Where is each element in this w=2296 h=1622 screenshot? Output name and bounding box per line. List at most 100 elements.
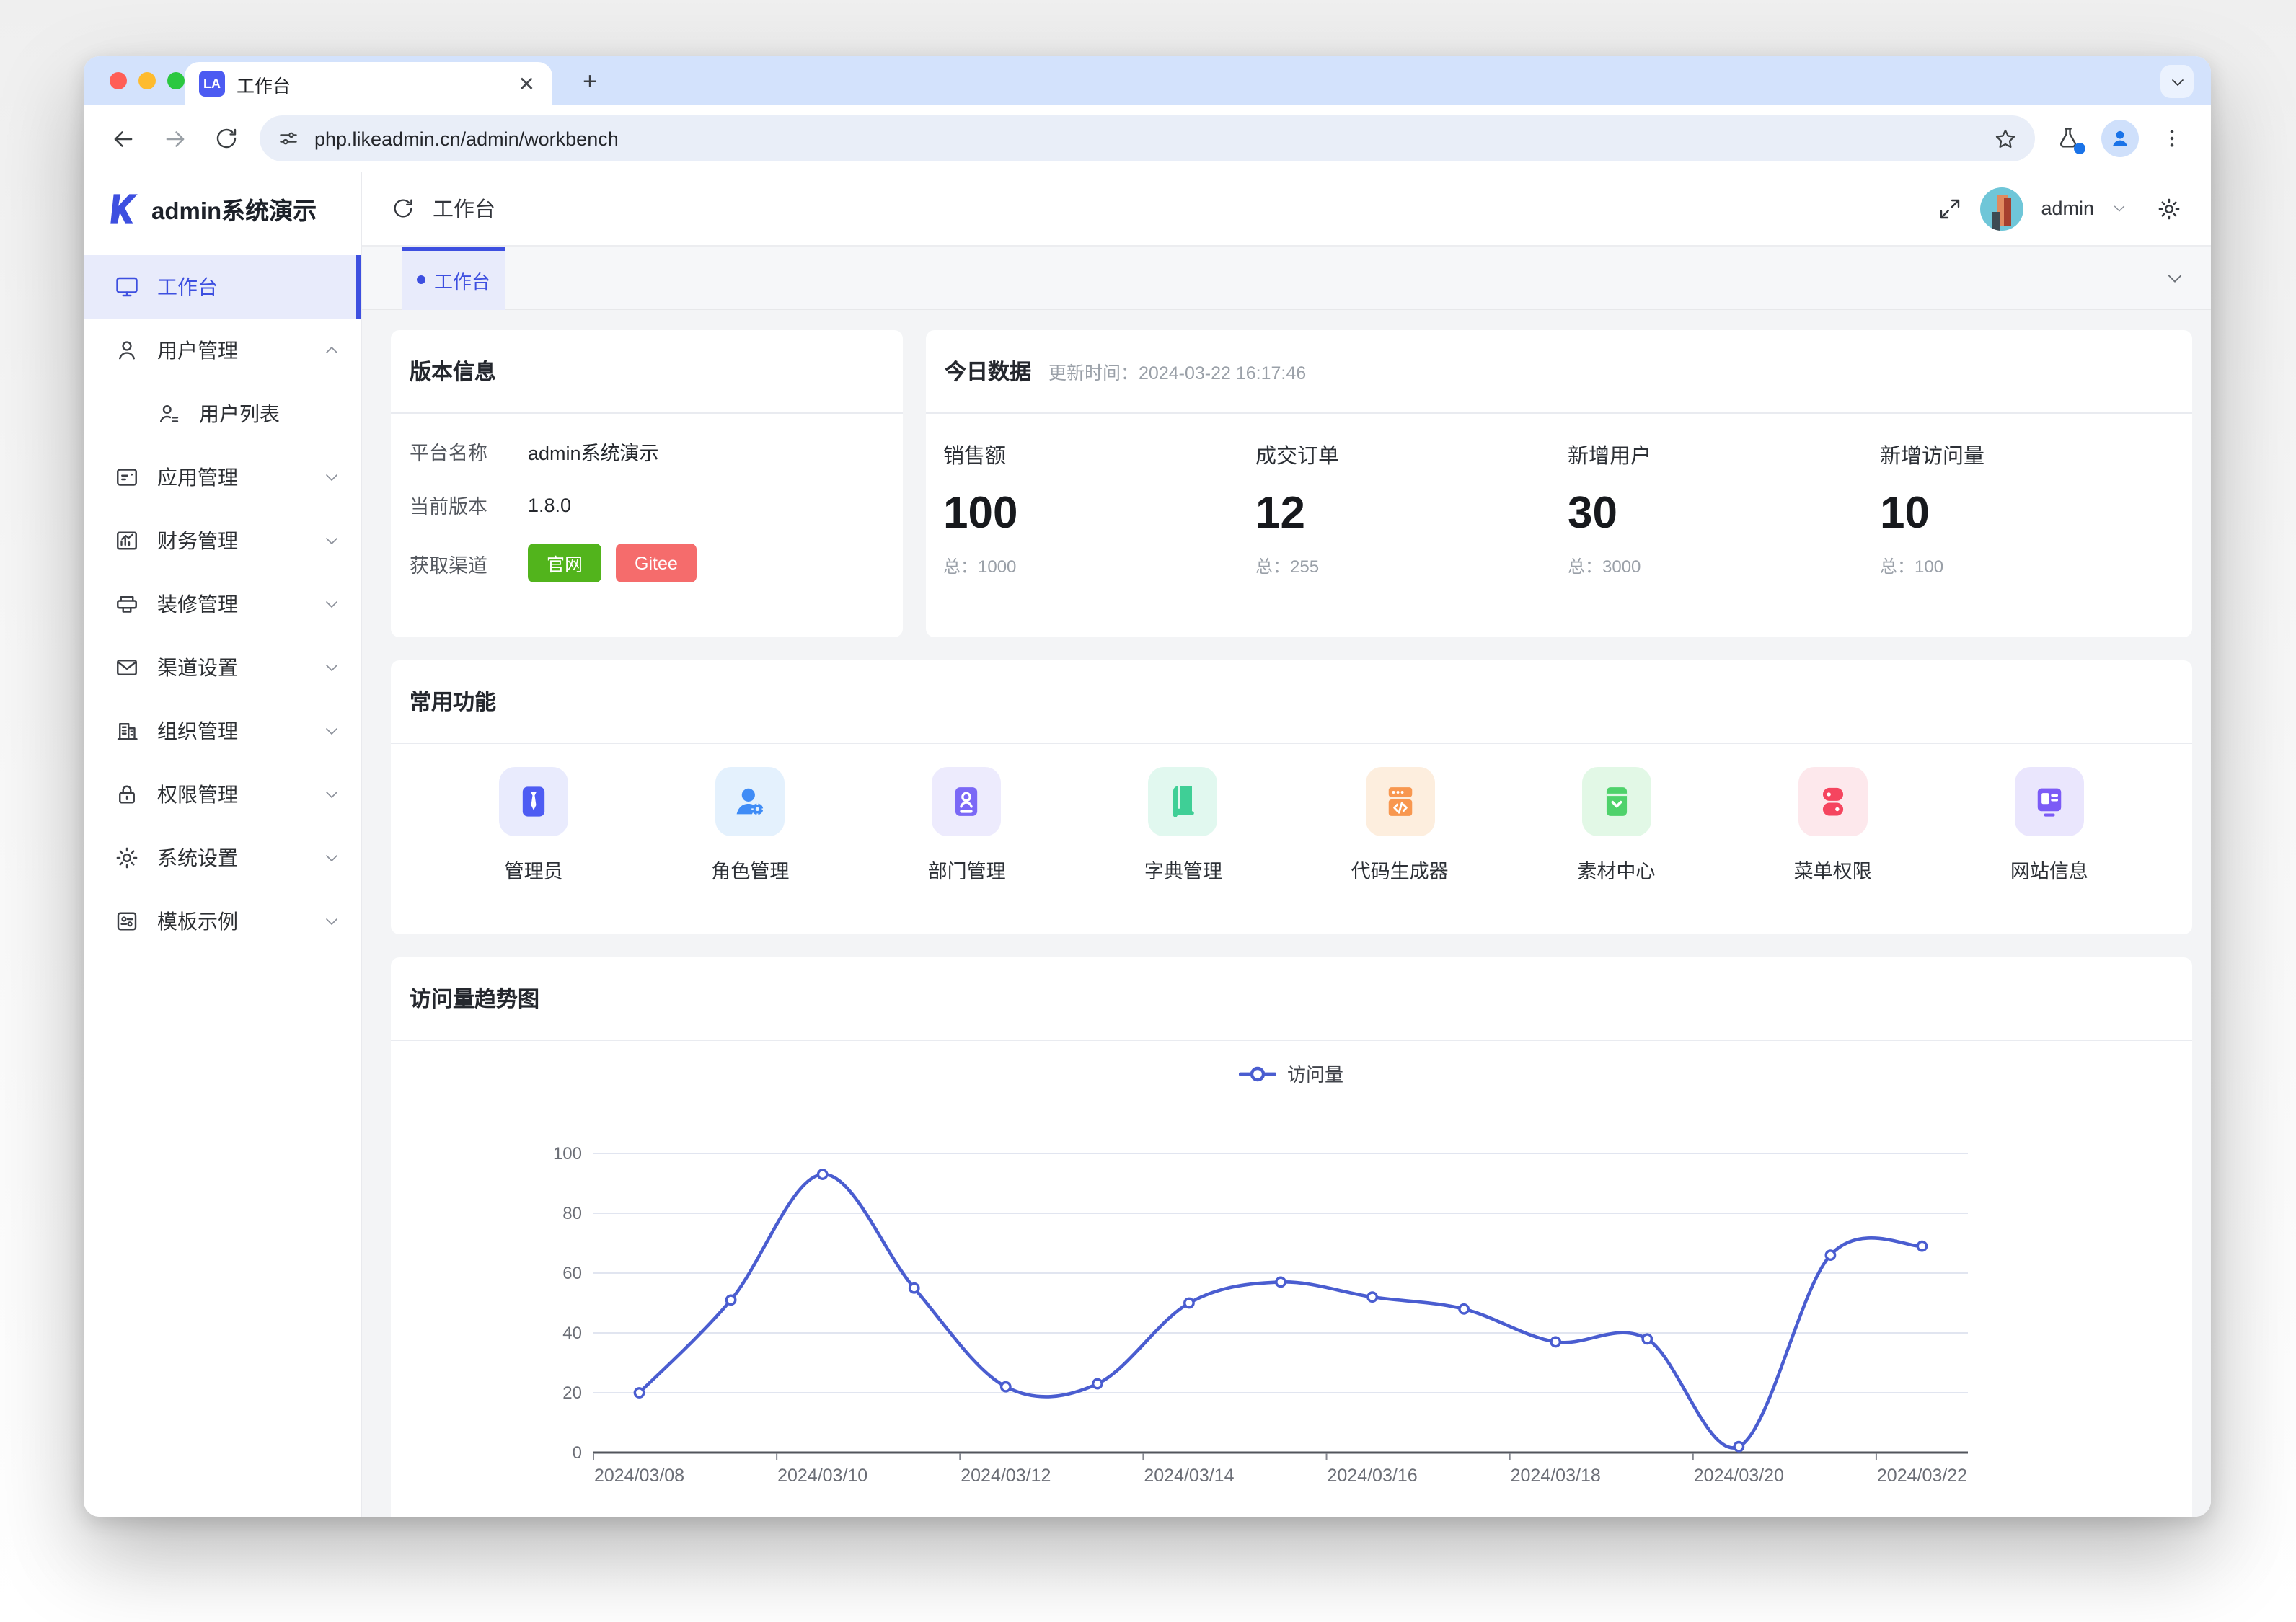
- code-generator-icon: [1365, 767, 1434, 836]
- refresh-icon[interactable]: [391, 196, 415, 221]
- channel-row: 获取渠道 官网 Gitee: [410, 544, 884, 582]
- workspace-tab-workbench[interactable]: 工作台: [402, 246, 505, 309]
- stat-total: 总：1000: [943, 554, 1255, 578]
- quick-item-label: 菜单权限: [1794, 855, 1872, 884]
- row-value: admin系统演示: [528, 437, 659, 466]
- browser-profile-avatar[interactable]: [2101, 120, 2139, 157]
- quick-item-material-center[interactable]: 素材中心: [1577, 767, 1655, 884]
- browser-toolbar: php.likeadmin.cn/admin/workbench: [84, 105, 2211, 172]
- sidebar: admin系统演示 工作台 用户管理: [84, 172, 362, 1517]
- back-icon[interactable]: [104, 120, 141, 157]
- bookmark-star-icon[interactable]: [1993, 126, 2018, 151]
- sidebar-item-system-settings[interactable]: 系统设置: [84, 826, 361, 890]
- row-value: 1.8.0: [528, 494, 571, 515]
- admin-app: admin系统演示 工作台 用户管理: [84, 172, 2211, 1517]
- user-chevron-down-icon[interactable]: [2111, 200, 2127, 216]
- sidebar-item-app-management[interactable]: 应用管理: [84, 446, 361, 509]
- app-logo[interactable]: admin系统演示: [84, 172, 361, 247]
- chevron-up-icon: [323, 342, 340, 359]
- minimize-window-button[interactable]: [138, 72, 156, 89]
- sidebar-item-label: 应用管理: [157, 463, 238, 492]
- svg-text:2024/03/22: 2024/03/22: [1877, 1466, 1967, 1486]
- sidebar-item-template-examples[interactable]: 模板示例: [84, 890, 361, 953]
- quick-item-label: 管理员: [505, 855, 563, 884]
- sidebar-item-label: 财务管理: [157, 526, 238, 555]
- tab-search-chevron-icon[interactable]: [2160, 65, 2194, 98]
- sidebar-item-label: 用户管理: [157, 336, 238, 365]
- quick-item-code-generator[interactable]: 代码生成器: [1351, 767, 1449, 884]
- sidebar-item-decoration-management[interactable]: 装修管理: [84, 572, 361, 636]
- stat-total: 总：255: [1255, 554, 1568, 578]
- address-bar[interactable]: php.likeadmin.cn/admin/workbench: [260, 115, 2035, 161]
- chevron-down-icon: [323, 849, 340, 867]
- tab-close-icon[interactable]: ✕: [516, 71, 538, 97]
- stat-new-visits: 新增访问量 10 总：100: [1880, 440, 2192, 578]
- sidebar-item-user-list[interactable]: 用户列表: [84, 382, 361, 446]
- quick-item-roles[interactable]: 角色管理: [711, 767, 789, 884]
- sidebar-item-permission-management[interactable]: 权限管理: [84, 763, 361, 826]
- forward-icon[interactable]: [156, 120, 193, 157]
- chevron-down-icon: [323, 722, 340, 740]
- sidebar-item-channel-settings[interactable]: 渠道设置: [84, 636, 361, 699]
- active-tab-dot: [417, 275, 425, 284]
- zoom-window-button[interactable]: [167, 72, 185, 89]
- app-card-icon: [114, 464, 140, 490]
- user-icon: [114, 337, 140, 363]
- svg-text:2024/03/20: 2024/03/20: [1694, 1466, 1784, 1486]
- monitor-icon: [114, 274, 140, 300]
- stat-label: 新增访问量: [1880, 440, 2192, 470]
- breadcrumb: 工作台: [433, 193, 495, 223]
- sidebar-item-label: 用户列表: [199, 399, 280, 428]
- chevron-down-icon: [323, 913, 340, 930]
- quick-item-admin[interactable]: 管理员: [499, 767, 568, 884]
- department-badge-icon: [932, 767, 1002, 836]
- sidebar-item-workbench[interactable]: 工作台: [84, 255, 361, 319]
- chrome-labs-flask-icon[interactable]: [2049, 120, 2087, 157]
- visits-trend-card: 访问量趋势图 访问量 0204060801002024/03/082024/03…: [391, 957, 2192, 1517]
- gitee-button[interactable]: Gitee: [616, 544, 697, 582]
- stat-total: 总：3000: [1568, 554, 1880, 578]
- url-text[interactable]: php.likeadmin.cn/admin/workbench: [314, 128, 1979, 149]
- svg-text:100: 100: [553, 1144, 582, 1164]
- sidebar-item-organization-management[interactable]: 组织管理: [84, 699, 361, 763]
- tabbar-chevron-down-icon[interactable]: [2165, 267, 2185, 288]
- quick-card-title: 常用功能: [391, 660, 2192, 744]
- dictionary-book-icon: [1149, 767, 1218, 836]
- quick-item-menu-permissions[interactable]: 菜单权限: [1794, 767, 1872, 884]
- browser-tab[interactable]: LA 工作台 ✕: [185, 62, 552, 105]
- user-name[interactable]: admin: [2041, 198, 2094, 219]
- workspace-tab-bar: 工作台: [362, 247, 2211, 310]
- new-tab-button[interactable]: +: [574, 66, 606, 98]
- stat-new-users: 新增用户 30 总：3000: [1568, 440, 1880, 578]
- version-card-title: 版本信息: [391, 330, 903, 414]
- quick-item-label: 素材中心: [1577, 855, 1655, 884]
- quick-item-departments[interactable]: 部门管理: [928, 767, 1006, 884]
- logo-k-icon: [102, 190, 140, 228]
- svg-text:2024/03/18: 2024/03/18: [1511, 1466, 1601, 1486]
- svg-text:2024/03/16: 2024/03/16: [1328, 1466, 1418, 1486]
- decorate-icon: [114, 591, 140, 617]
- sidebar-item-user-management[interactable]: 用户管理: [84, 319, 361, 382]
- close-window-button[interactable]: [110, 72, 127, 89]
- reload-icon[interactable]: [208, 120, 245, 157]
- quick-item-dictionary[interactable]: 字典管理: [1144, 767, 1222, 884]
- site-settings-icon[interactable]: [277, 127, 300, 150]
- settings-gear-icon[interactable]: [2156, 195, 2182, 221]
- browser-menu-dots-icon[interactable]: [2153, 120, 2191, 157]
- official-site-button[interactable]: 官网: [528, 544, 601, 582]
- sidebar-item-label: 装修管理: [157, 590, 238, 619]
- svg-text:40: 40: [562, 1324, 582, 1343]
- today-data-card: 今日数据 更新时间：2024-03-22 16:17:46 销售额 100 总：…: [926, 330, 2192, 637]
- quick-item-site-info[interactable]: 网站信息: [2010, 767, 2088, 884]
- gear-icon: [114, 845, 140, 871]
- sidebar-item-label: 权限管理: [157, 780, 238, 809]
- today-card-title: 今日数据: [945, 356, 1031, 386]
- chart-card-title: 访问量趋势图: [391, 957, 2192, 1041]
- stat-value: 100: [943, 487, 1255, 539]
- main-area: 工作台 admin 工作台: [362, 172, 2211, 1517]
- svg-text:2024/03/14: 2024/03/14: [1144, 1466, 1234, 1486]
- fullscreen-icon[interactable]: [1937, 195, 1963, 221]
- labs-badge-dot: [2074, 143, 2085, 154]
- user-avatar[interactable]: [1980, 187, 2023, 230]
- sidebar-item-finance-management[interactable]: 财务管理: [84, 509, 361, 572]
